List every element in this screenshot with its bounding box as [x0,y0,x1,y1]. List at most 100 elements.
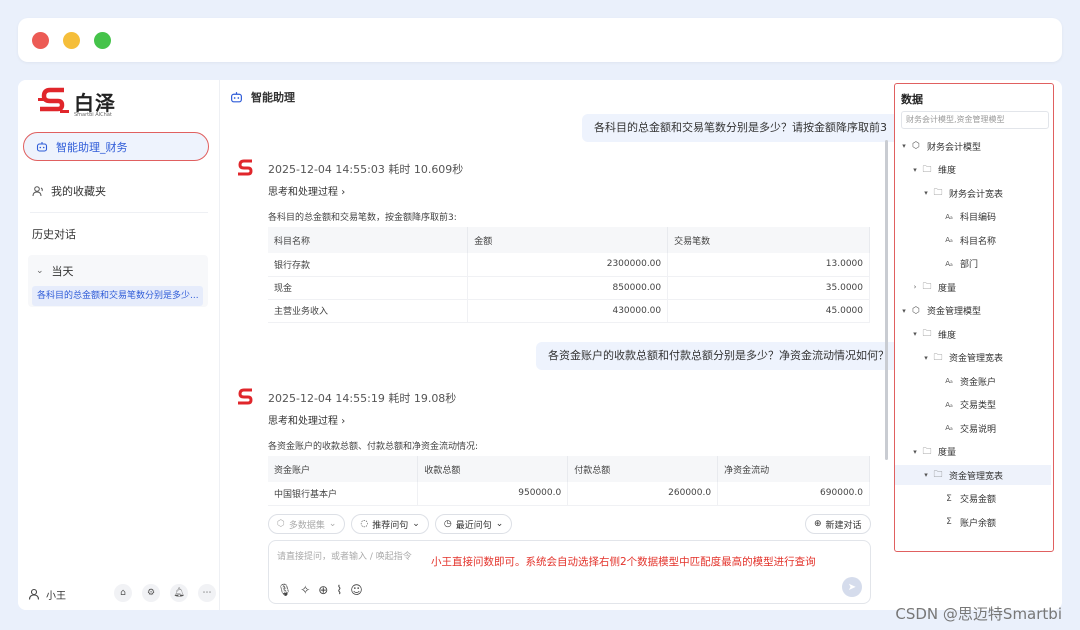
table-cell: 45.0000 [667,299,870,323]
chevron-down-icon[interactable]: ▾ [899,307,909,315]
chevron-down-icon[interactable]: ▾ [910,330,920,338]
paperclip-icon[interactable]: ⌇ [336,583,342,597]
thinking-toggle[interactable]: 思考和处理过程 › [268,412,345,427]
cube-icon: ⬡ [912,305,920,316]
tree-node[interactable]: ▾ 🗀 资金管理宽表 [895,348,1051,368]
model-search-input[interactable]: 财务会计模型,资金管理模型 [901,111,1049,129]
sigma-icon: Σ [946,493,952,504]
tree-node-label: 维度 [938,330,957,341]
sidebar-divider [30,212,208,213]
table-row: 现金 850000.00 35.0000 [268,276,870,300]
tree-node[interactable]: ▾ 🗀 资金管理宽表 [895,465,1051,485]
tree-node[interactable]: Aₐ 交易说明 [895,418,1051,438]
robot-icon [36,141,48,152]
folder-icon: 🗀 [922,446,932,457]
chat-input[interactable]: 请直接提问，或者输入 / 唤起指令 小王直接问数即可。系统会自动选择右侧2个数据… [268,540,871,604]
settings-icon[interactable]: ⚙ [142,584,160,602]
chevron-down-icon[interactable]: ▾ [921,354,931,362]
tree-node[interactable]: Σ 账户余额 [895,512,1051,532]
chevron-right-icon: › [341,187,346,198]
microphone-icon[interactable]: 🎙︎ [277,583,292,597]
chevron-down-icon[interactable]: ▾ [921,471,931,479]
table-header-row: 资金账户 收款总额 付款总额 净资金流动 [268,456,870,482]
history-item[interactable]: 各科目的总金额和交易笔数分别是多少... [32,286,203,306]
tree-node[interactable]: ▾ 🗀 维度 [895,160,1051,180]
sidebar-item-favorites[interactable]: 我的收藏夹 [32,182,106,200]
recent-questions-button[interactable]: ◷ 最近问句 ⌄ [434,514,513,534]
tree-node[interactable]: Aₐ 资金账户 [895,371,1051,391]
sidebar: 白泽 Smartbi AIChat 智能助理_财务 我的收藏夹 历史对话 ⌄ 当… [18,80,220,610]
folder-icon: 🗀 [933,470,943,480]
chat-scrollbar[interactable] [885,140,888,460]
tree-node-label: 财务会计模型 [927,142,982,153]
text-field-icon: Aₐ [945,259,953,268]
minimize-window-button[interactable] [63,32,80,49]
tree-node[interactable]: Σ 交易金额 [895,489,1051,509]
close-window-button[interactable] [32,32,49,49]
cube-icon: ⬡ [277,519,285,529]
emoji-icon[interactable]: ☺ [350,583,363,597]
home-icon[interactable]: ⌂ [114,584,132,602]
answer-meta: 2025-12-04 14:55:19 耗时 19.08秒 [268,392,457,405]
new-chat-button[interactable]: ⊕ 新建对话 [805,514,871,534]
robot-icon [231,91,242,102]
input-placeholder: 请直接提问，或者输入 / 唤起指令 [277,552,412,562]
chevron-down-icon: ⌄ [36,266,44,276]
more-icon[interactable]: ⋯ [198,584,216,602]
sidebar-item-assistant-finance[interactable]: 智能助理_财务 [23,132,209,161]
table-cell: 银行存款 [268,253,469,277]
chevron-down-icon[interactable]: ▾ [899,142,909,150]
button-label: 推荐问句 [372,520,409,531]
text-field-icon: Aₐ [945,212,953,221]
recommend-questions-button[interactable]: ◌ 推荐问句 ⌄ [351,514,429,534]
button-label: 新建对话 [825,520,862,531]
chevron-right-icon[interactable]: › [910,283,920,291]
watermark: CSDN @思迈特Smartbi [895,605,1062,623]
tree-node-label: 资金账户 [960,377,997,388]
table-cell: 260000.0 [567,482,719,506]
history-group: ⌄ 当天 各科目的总金额和交易笔数分别是多少... [28,255,208,307]
input-toolbar: ⬡ 多数据集 ⌄ ◌ 推荐问句 ⌄ ◷ 最近问句 ⌄ [268,514,513,534]
globe-icon[interactable]: ⊕ [318,583,328,597]
tree-node-label: 科目名称 [960,236,997,247]
tree-node-label: 交易说明 [960,424,997,435]
plus-icon: ⊕ [814,519,822,529]
tree-node[interactable]: ▾ 🗀 维度 [895,324,1051,344]
bell-icon[interactable]: 🔔︎ [170,584,188,602]
table-header: 金额 [467,227,669,253]
tree-node[interactable]: Aₐ 交易类型 [895,395,1051,415]
tree-node-label: 交易金额 [960,495,997,505]
text-field-icon: Aₐ [945,400,953,409]
tree-node-label: 资金管理模型 [927,307,982,317]
logo-s-icon [38,87,69,113]
multi-dataset-button[interactable]: ⬡ 多数据集 ⌄ [268,514,346,534]
thinking-toggle[interactable]: 思考和处理过程 › [268,183,345,198]
table-cell: 主营业务收入 [268,299,469,323]
tree-node[interactable]: Aₐ 部门 [895,254,1051,274]
chevron-down-icon[interactable]: ▾ [910,166,920,174]
user-icon[interactable] [28,588,40,600]
sidebar-item-label: 我的收藏夹 [51,185,106,198]
tree-node[interactable]: › 🗀 度量 [895,277,1051,297]
tree-node[interactable]: ▾ ⬡ 资金管理模型 [895,301,1051,321]
chat-title: 智能助理 [251,91,295,104]
chevron-down-icon[interactable]: ▾ [910,448,920,456]
send-button[interactable]: ➤ [842,577,862,597]
tree-node[interactable]: Aₐ 科目编码 [895,207,1051,227]
tree-node[interactable]: ▾ 🗀 财务会计宽表 [895,183,1051,203]
tree-node-label: 财务会计宽表 [949,189,1004,200]
answer-description: 各资金账户的收款总额、付款总额和净资金流动情况: [268,442,479,452]
table-cell: 35.0000 [667,276,870,300]
result-table: 资金账户 收款总额 付款总额 净资金流动 中国银行基本户 950000.0 26… [268,456,870,506]
chevron-down-icon[interactable]: ▾ [921,189,931,197]
tree-node[interactable]: Aₐ 科目名称 [895,230,1051,250]
tree-node[interactable]: ▾ 🗀 度量 [895,442,1051,462]
chat-area: 智能助理 各科目的总金额和交易笔数分别是多少？请按金额降序取前3 2025-12… [220,80,901,610]
maximize-window-button[interactable] [94,32,111,49]
magic-wand-icon[interactable]: ✧ [300,583,310,597]
table-row: 中国银行基本户 950000.0 260000.0 690000.0 [268,482,870,506]
history-group-today[interactable]: ⌄ 当天 [36,263,74,279]
thinking-label: 思考和处理过程 [268,416,338,427]
tree-node-label: 资金管理宽表 [949,471,1004,482]
tree-node[interactable]: ▾ ⬡ 财务会计模型 [895,136,1051,156]
